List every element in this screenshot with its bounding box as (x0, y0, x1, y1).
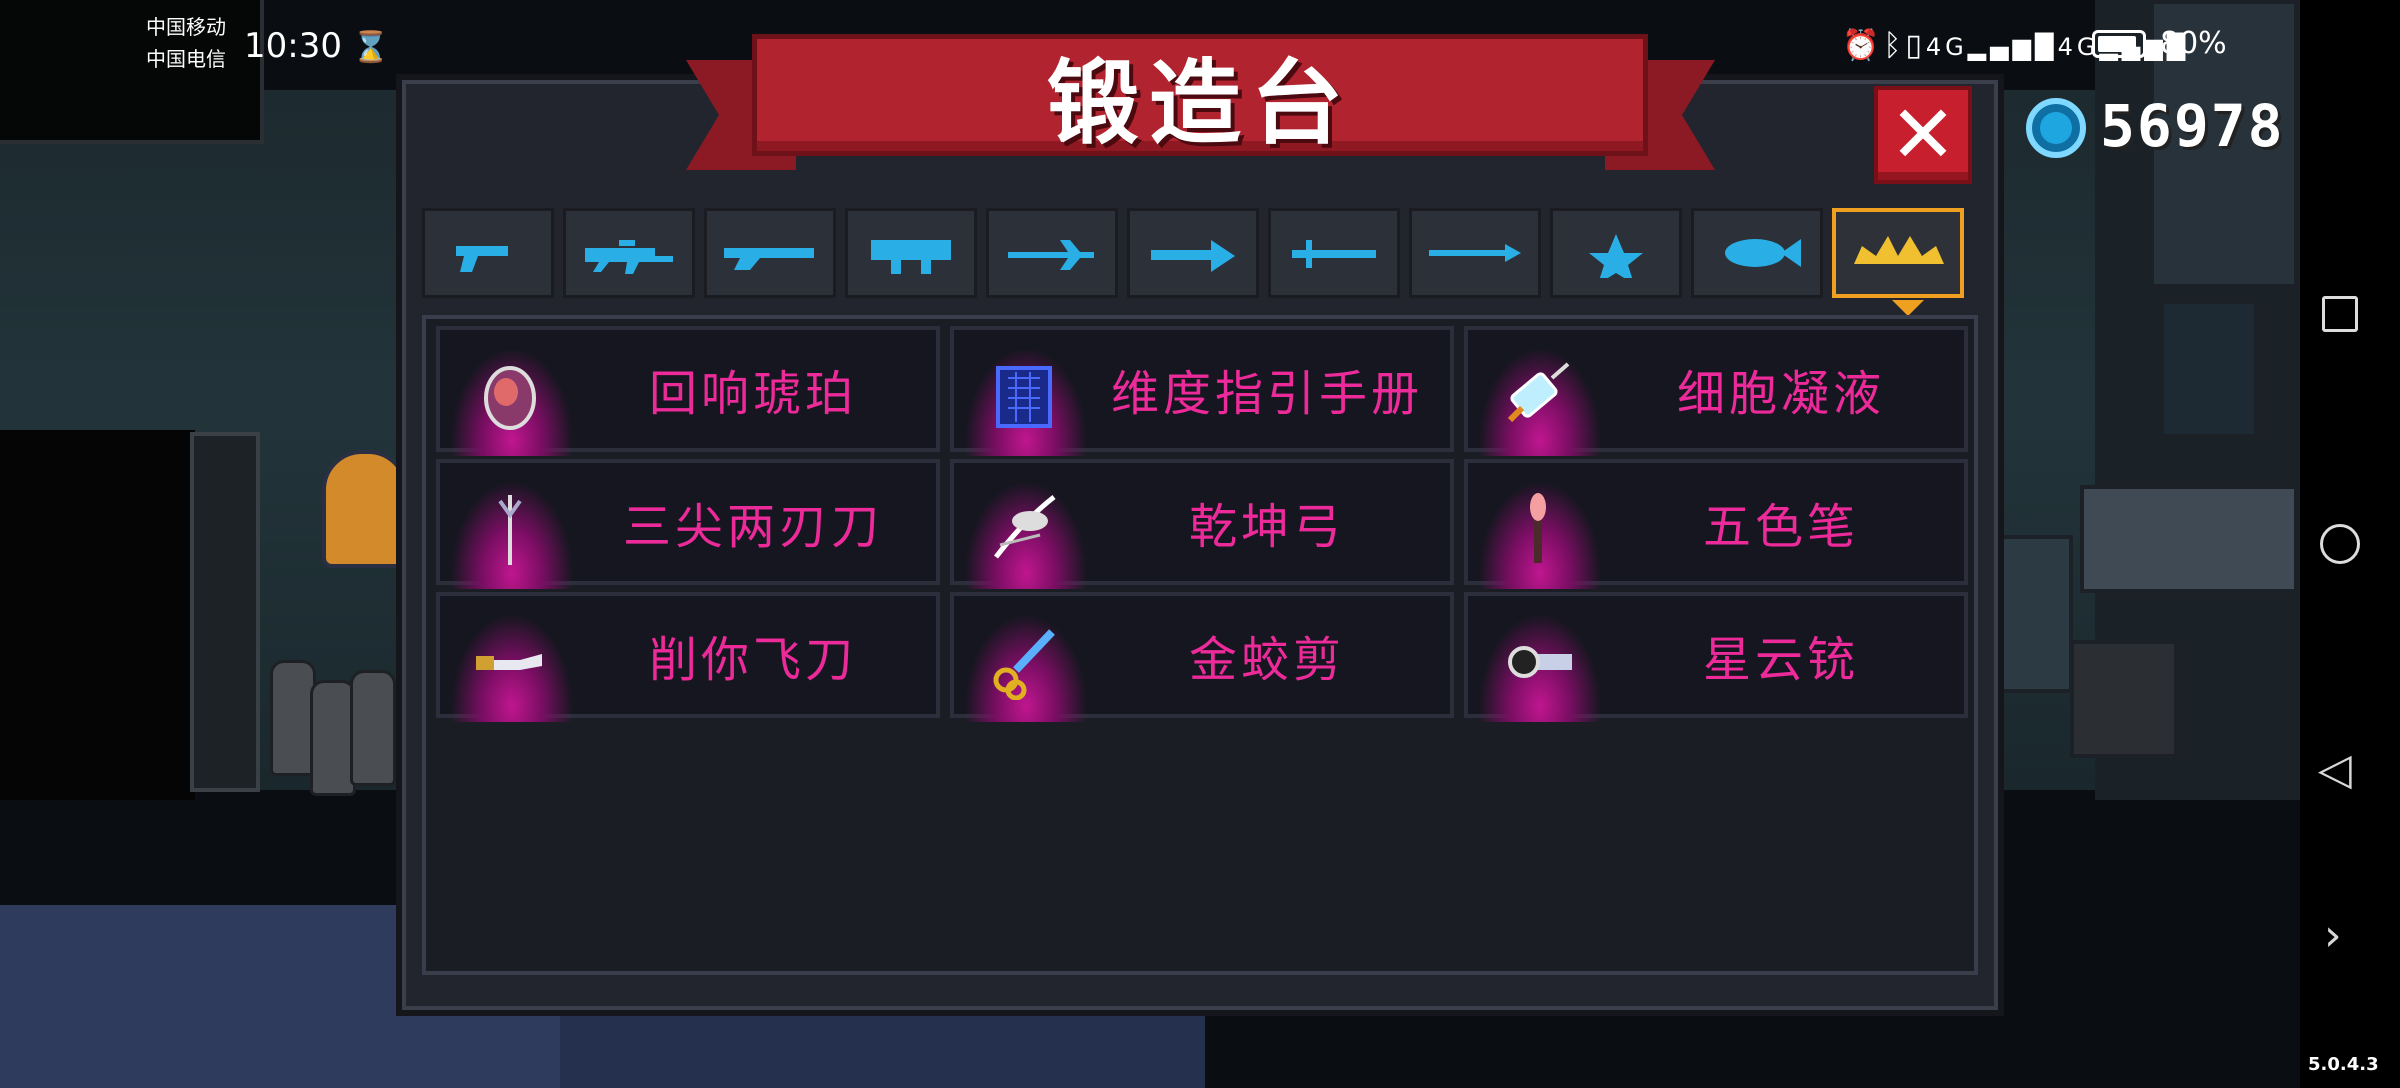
close-icon: ✕ (1889, 88, 1957, 181)
tab-bow[interactable] (1127, 208, 1259, 298)
clock: 10:30 (244, 26, 342, 66)
spear-icon (1429, 244, 1521, 262)
shuriken-icon (1589, 234, 1643, 278)
crate-stack (2160, 300, 2258, 438)
chevron-right-icon[interactable]: › (2324, 910, 2342, 961)
carrier-1: 中国移动 (146, 15, 226, 39)
active-tab-indicator (1892, 300, 1924, 316)
tab-pistol[interactable] (422, 208, 554, 298)
bow-icon (1151, 240, 1235, 272)
blaster-icon (1508, 646, 1572, 678)
syringe-icon (1507, 362, 1570, 423)
item-card[interactable]: 金蛟剪 (950, 592, 1454, 722)
battery-percent: 80% (2160, 26, 2227, 61)
item-card[interactable]: 五色笔 (1464, 459, 1968, 589)
launcher-icon (871, 240, 951, 274)
manual-icon (996, 366, 1052, 428)
sword-icon (1292, 240, 1376, 268)
tab-shotgun[interactable] (704, 208, 836, 298)
hourglass-icon: ⌛ (352, 30, 390, 65)
pillar (190, 432, 260, 792)
signal-4g-icon: 4G▂▄▆█ (1925, 33, 2058, 61)
battery-icon (2092, 30, 2146, 58)
home-icon[interactable] (2320, 524, 2360, 564)
item-label: 细胞凝液 (1676, 366, 1885, 422)
item-card[interactable]: 乾坤弓 (950, 459, 1454, 589)
tab-other[interactable] (1691, 208, 1823, 298)
bow-icon (994, 495, 1056, 559)
laser-icon (1008, 240, 1094, 270)
tab-launcher[interactable] (845, 208, 977, 298)
item-label: 星云铳 (1702, 632, 1859, 688)
item-card[interactable]: 三尖两刃刀 (436, 459, 940, 589)
vibrate-icon: ▯ (1905, 28, 1926, 63)
item-card[interactable]: 星云铳 (1464, 592, 1968, 722)
tab-rifle[interactable] (563, 208, 695, 298)
item-label: 五色笔 (1702, 499, 1859, 555)
page-title: 锻造台 (1046, 49, 1353, 157)
tab-melee[interactable] (1268, 208, 1400, 298)
item-label: 金蛟剪 (1188, 632, 1345, 688)
dark-area (0, 430, 195, 800)
fish-icon (1725, 239, 1801, 267)
trident-icon (498, 495, 522, 565)
crown-icon (1854, 236, 1944, 264)
carrier-2: 中国电信 (146, 47, 226, 71)
item-label: 回响琥珀 (648, 366, 857, 422)
item-label: 维度指引手册 (1110, 366, 1423, 422)
item-card[interactable]: 细胞凝液 (1464, 326, 1968, 456)
gem-icon (2026, 98, 2086, 158)
tab-laser[interactable] (986, 208, 1118, 298)
close-button[interactable]: ✕ (1874, 86, 1972, 184)
tab-throwing[interactable] (1550, 208, 1682, 298)
scissors-icon (993, 629, 1055, 700)
player-character[interactable] (322, 450, 408, 568)
tab-special[interactable] (1832, 208, 1964, 298)
item-label: 乾坤弓 (1188, 499, 1345, 555)
version-label: 5.0.4.3 (2308, 1054, 2379, 1075)
lab-bed (2080, 485, 2298, 593)
item-card[interactable]: 回响琥珀 (436, 326, 940, 456)
bluetooth-icon: ᛒ (1883, 28, 1906, 63)
alarm-icon: ⏰ (1842, 28, 1884, 63)
brush-icon (1530, 493, 1546, 563)
back-icon[interactable]: ◁ (2318, 744, 2352, 795)
gem-count: 56978 (2100, 92, 2285, 160)
pistol-icon (456, 246, 508, 272)
knife-icon (476, 654, 542, 670)
rifle-icon (585, 240, 673, 274)
tool-box (2070, 640, 2178, 758)
item-card[interactable]: 维度指引手册 (950, 326, 1454, 456)
amber-gem-icon (484, 366, 536, 430)
item-card[interactable]: 削你飞刀 (436, 592, 940, 722)
gas-tank (350, 670, 396, 786)
monitor (1995, 535, 2073, 693)
tab-spear[interactable] (1409, 208, 1541, 298)
item-label: 三尖两刃刀 (622, 499, 883, 555)
recent-apps-icon[interactable] (2322, 296, 2358, 332)
shotgun-icon (724, 248, 814, 270)
title-banner: 锻造台 (752, 34, 1648, 157)
item-label: 削你飞刀 (648, 632, 857, 688)
